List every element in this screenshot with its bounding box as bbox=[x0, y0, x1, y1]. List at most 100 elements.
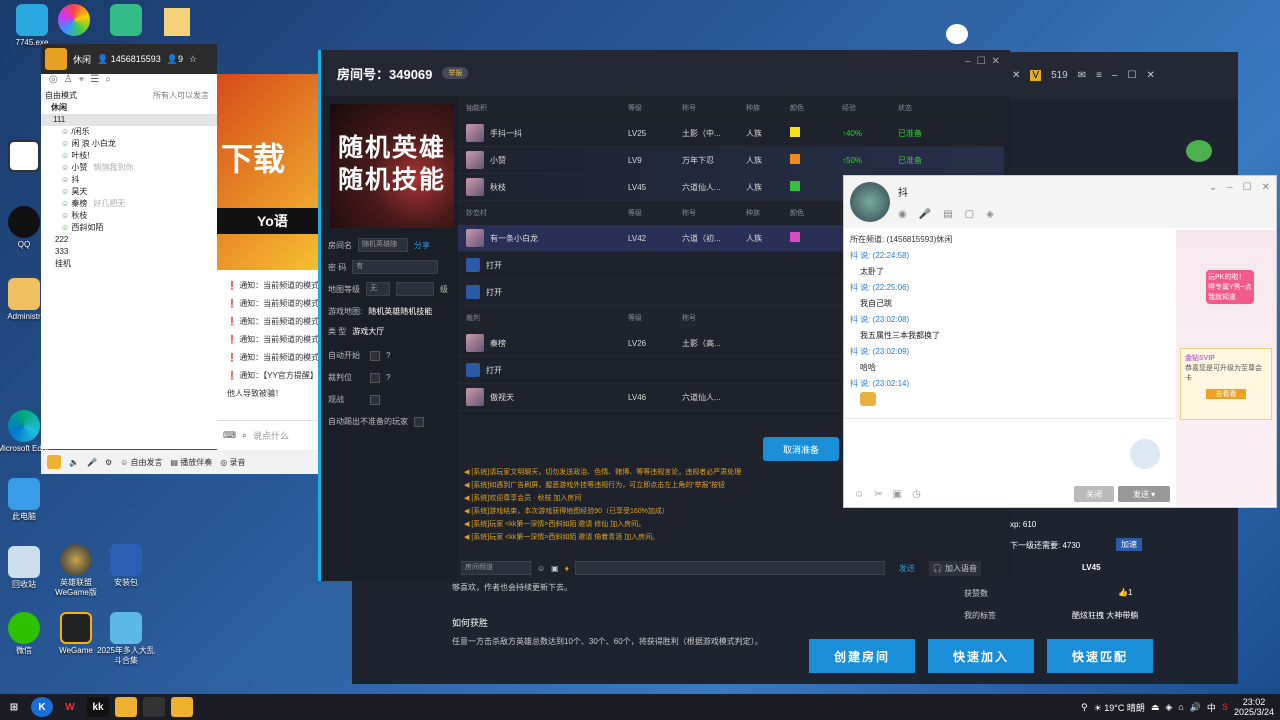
search-icon[interactable]: ⌕ bbox=[105, 74, 111, 90]
referee-checkbox[interactable] bbox=[370, 372, 380, 383]
taskbar-app-yy[interactable] bbox=[171, 697, 193, 717]
auto-start-checkbox[interactable] bbox=[370, 350, 380, 361]
map-level-input[interactable] bbox=[396, 282, 434, 296]
start-button[interactable]: ⊞ bbox=[3, 697, 25, 717]
location-icon[interactable]: ⌖ bbox=[79, 74, 85, 90]
room-chat-input[interactable] bbox=[574, 561, 885, 575]
weather[interactable]: ☀ 19°C 晴朗 bbox=[1094, 701, 1145, 714]
taskbar-app-kk[interactable]: kk bbox=[87, 697, 109, 717]
chat-sidebar-ad[interactable]: 玩PK的啦！得专属Y秀~点我就知道 金钻SVIP 恭喜您是可升级为至尊会卡 去看… bbox=[1176, 230, 1276, 506]
minimize-icon[interactable]: – bbox=[965, 56, 971, 67]
member-item[interactable]: ☺ 秋枝 bbox=[41, 210, 217, 222]
member-item[interactable]: ☺ 小赞 悄悄我到你 bbox=[41, 162, 217, 174]
quick-match-button[interactable]: 快速匹配 bbox=[1047, 639, 1153, 673]
close-icon[interactable]: ✕ bbox=[1147, 70, 1155, 81]
mode-label[interactable]: 自由模式 bbox=[45, 90, 77, 102]
status-label[interactable]: 休闲 bbox=[73, 53, 91, 66]
desktop-icon-bilibili[interactable] bbox=[58, 4, 90, 36]
member-item[interactable]: ☺ 叶枝! bbox=[41, 150, 217, 162]
mail-icon[interactable]: ✉ bbox=[1078, 70, 1086, 81]
volume-icon[interactable]: 🔊 bbox=[1190, 702, 1201, 713]
report-button[interactable]: 举报 bbox=[442, 67, 469, 79]
sub-channel-333[interactable]: 333 bbox=[41, 246, 217, 258]
maximize-icon[interactable]: ☐ bbox=[977, 56, 986, 67]
sub-channel-afk[interactable]: 挂机 bbox=[41, 258, 217, 270]
search-icon[interactable]: ⌕ bbox=[242, 430, 247, 441]
member-item[interactable]: ☺ 昊天 bbox=[41, 186, 217, 198]
emoji-icon[interactable]: ☺ bbox=[537, 564, 545, 573]
mixer-icon[interactable]: ⚙ bbox=[105, 458, 112, 467]
clock-icon[interactable]: ◷ bbox=[912, 489, 921, 500]
image-icon[interactable]: ▣ bbox=[551, 564, 559, 573]
chat-send-button[interactable]: 发送 ▾ bbox=[1118, 486, 1170, 502]
help-icon[interactable]: ? bbox=[386, 373, 390, 382]
join-voice-button[interactable]: 🎧 加入语音 bbox=[928, 560, 982, 576]
star-icon[interactable]: ☆ bbox=[189, 54, 197, 65]
member-item[interactable]: ☺ 闲 浪 小白龙 bbox=[41, 138, 217, 150]
settings-icon[interactable]: ◉ bbox=[898, 209, 907, 220]
member-item[interactable]: ☺ 西斜如陌 bbox=[41, 222, 217, 234]
desktop-icon-archive[interactable]: 2025年多人大乱斗合集 bbox=[96, 612, 156, 666]
taskbar-app-k[interactable]: K bbox=[31, 697, 53, 717]
shield-icon[interactable]: ◈ bbox=[1165, 702, 1172, 713]
quick-join-button[interactable]: 快速加入 bbox=[928, 639, 1034, 673]
mic-icon[interactable]: 🎤 bbox=[87, 458, 97, 467]
taskbar-app-w[interactable]: W bbox=[59, 697, 81, 717]
menu-icon[interactable]: ≡ bbox=[1096, 70, 1102, 81]
vip-go-button[interactable]: 去看看 bbox=[1206, 389, 1246, 399]
yy-banner[interactable]: 下载 Yo语 bbox=[217, 74, 320, 270]
avatar[interactable] bbox=[850, 182, 890, 222]
language-indicator[interactable]: 中 bbox=[1207, 701, 1216, 714]
app-tray-icon[interactable]: S bbox=[1222, 702, 1228, 712]
maximize-icon[interactable]: ☐ bbox=[1243, 182, 1252, 193]
member-item[interactable]: ☺ /闲乐 bbox=[41, 126, 217, 138]
channel-select[interactable]: 房间频道 bbox=[461, 561, 531, 575]
voice-icon[interactable] bbox=[1130, 439, 1160, 469]
taskbar-app-owl[interactable] bbox=[115, 697, 137, 717]
help-icon[interactable]: ? bbox=[386, 351, 390, 360]
minimize-icon[interactable]: – bbox=[1112, 70, 1118, 81]
usb-icon[interactable]: ⏏ bbox=[1151, 702, 1160, 713]
home-icon[interactable] bbox=[45, 48, 67, 70]
minimize-icon[interactable]: – bbox=[1227, 182, 1233, 193]
scissors-icon[interactable]: ✂ bbox=[874, 489, 882, 500]
channel-root[interactable]: 休闲 bbox=[41, 102, 217, 114]
maximize-icon[interactable]: ☐ bbox=[1128, 70, 1137, 81]
screen-icon[interactable]: ▢ bbox=[965, 209, 974, 220]
chevron-down-icon[interactable]: ⌄ bbox=[1209, 182, 1217, 193]
chat-close-button[interactable]: 关闭 bbox=[1074, 486, 1114, 502]
image-icon[interactable]: ▣ bbox=[893, 489, 902, 500]
desktop-icon-cat[interactable] bbox=[946, 24, 968, 44]
network-icon[interactable]: ⌂ bbox=[1178, 702, 1183, 712]
mic-icon[interactable]: 🎤 bbox=[919, 209, 931, 220]
chat-input[interactable]: 说点什么 bbox=[253, 429, 289, 442]
gamepad-icon[interactable]: ⌨ bbox=[223, 430, 236, 441]
close-icon[interactable]: ✕ bbox=[1012, 70, 1020, 81]
table-row[interactable]: 手抖一抖 LV25 土影（中... 人族 ↑40% 已准备 bbox=[458, 120, 1004, 147]
desktop-icon-installer[interactable]: 安装包 bbox=[96, 544, 156, 588]
accompaniment-button[interactable]: ▤ 播放伴奏 bbox=[171, 457, 213, 468]
user-icon[interactable]: ♙ bbox=[64, 74, 73, 90]
spectate-checkbox[interactable] bbox=[370, 394, 380, 405]
gift-icon[interactable]: ♦ bbox=[565, 564, 569, 573]
desktop-icon-this-pc[interactable]: 此电脑 bbox=[0, 478, 54, 522]
member-item[interactable]: ☺ 抖 bbox=[41, 174, 217, 186]
close-icon[interactable]: ✕ bbox=[992, 56, 1000, 67]
member-item[interactable]: ☺ 秦榜 好几把无 bbox=[41, 198, 217, 210]
taskbar-app-game[interactable] bbox=[143, 697, 165, 717]
chat-icon[interactable]: ◎ bbox=[49, 74, 58, 90]
volume-icon[interactable]: 🔈 bbox=[69, 458, 79, 467]
share-button[interactable]: 分享 bbox=[414, 240, 430, 251]
room-send-button[interactable]: 发送 bbox=[891, 563, 923, 574]
sub-channel-222[interactable]: 222 bbox=[41, 234, 217, 246]
room-name-input[interactable]: 随机英雄随 bbox=[358, 238, 408, 252]
record-button[interactable]: ◎ 录音 bbox=[220, 457, 245, 468]
auto-kick-checkbox[interactable] bbox=[414, 416, 424, 427]
free-speak-button[interactable]: ☺ 自由发言 bbox=[120, 457, 162, 468]
password-input[interactable]: 有 bbox=[352, 260, 439, 274]
table-row[interactable]: 小赞 LV9 万年下忍 人族 ↑50% 已准备 bbox=[458, 147, 1004, 174]
cancel-ready-button[interactable]: 取消准备 bbox=[763, 437, 839, 461]
shield-icon[interactable]: ◈ bbox=[986, 209, 994, 220]
desktop-icon-player[interactable] bbox=[110, 4, 142, 36]
desktop-icon-7745[interactable]: 7745.exe bbox=[2, 4, 62, 48]
